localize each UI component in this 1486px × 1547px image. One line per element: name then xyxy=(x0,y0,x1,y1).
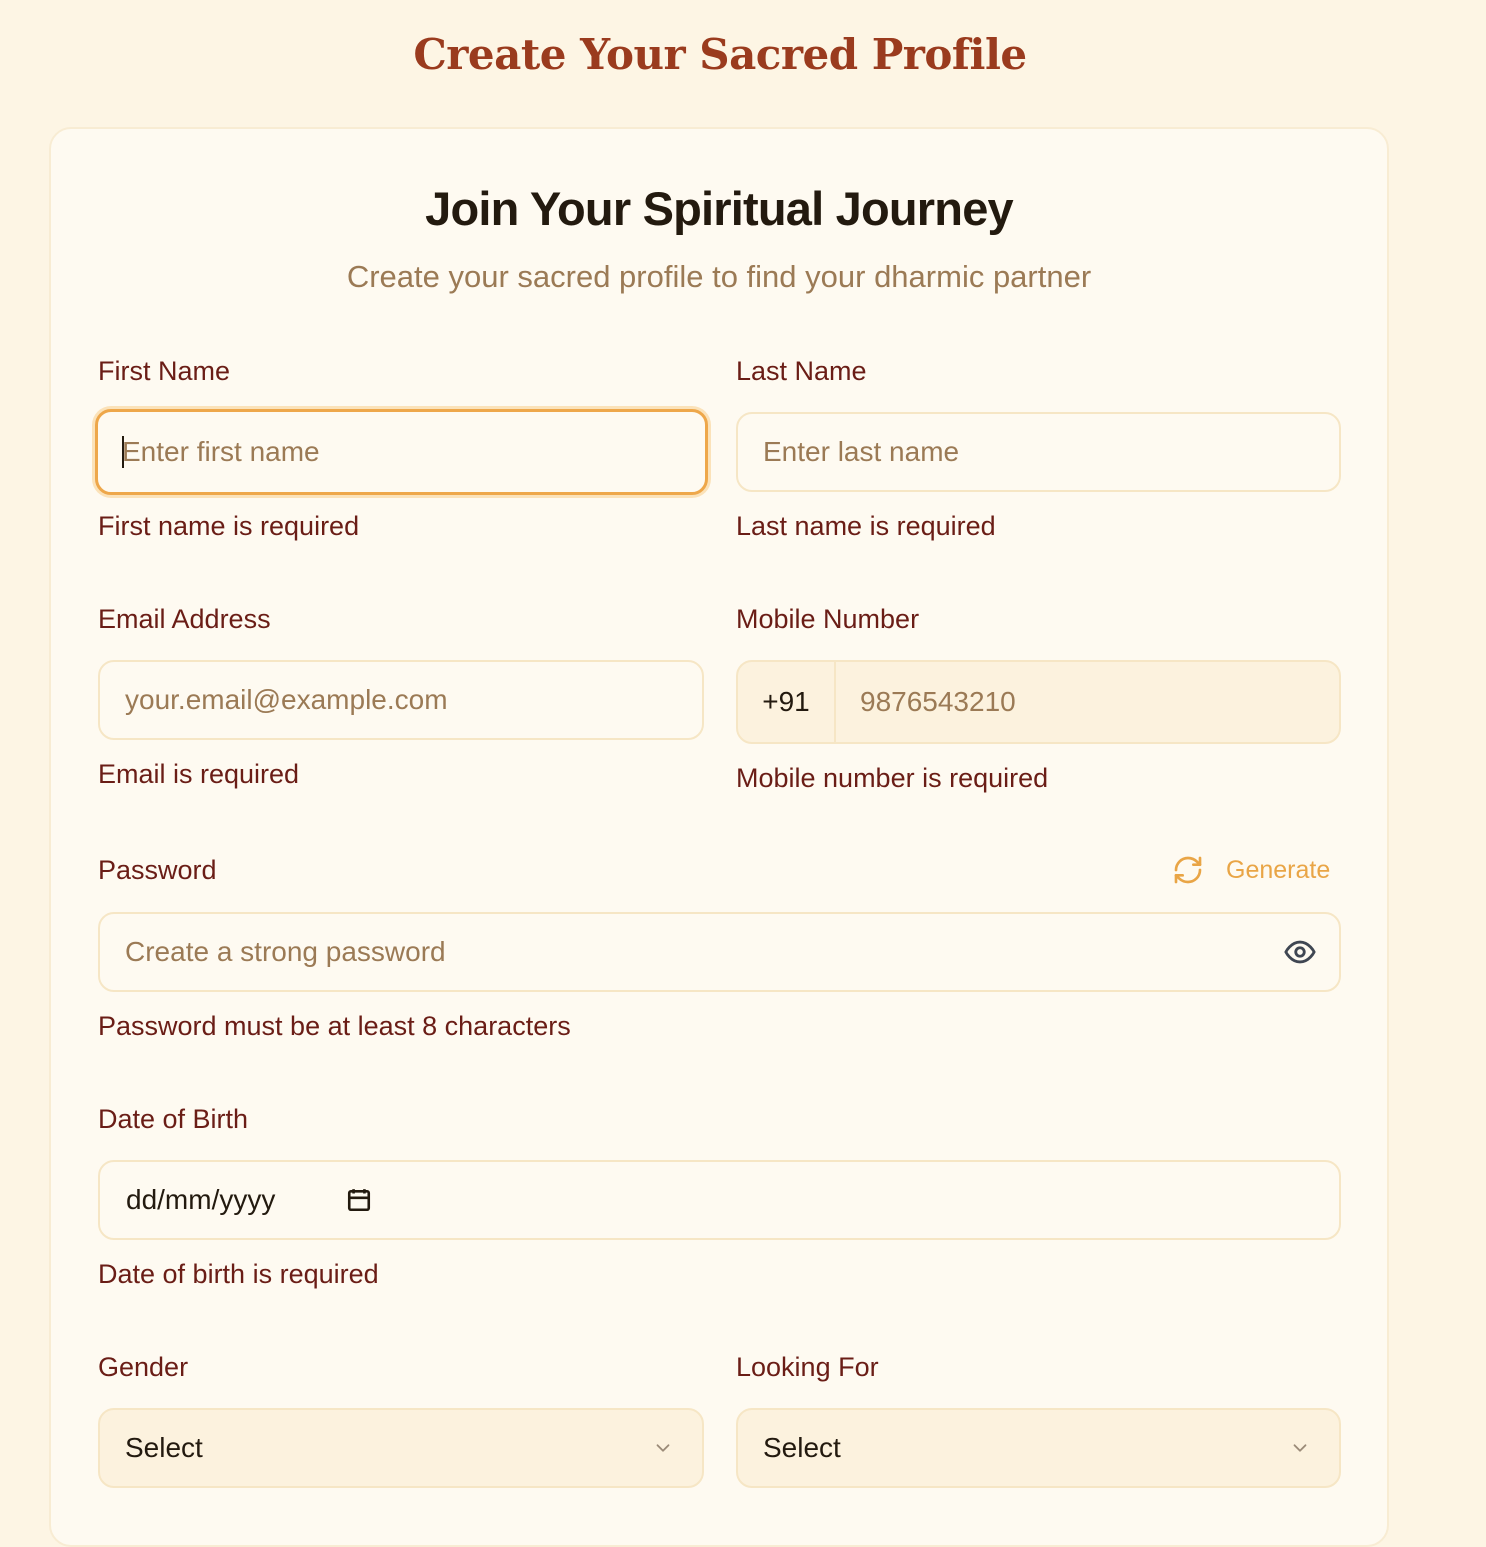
mobile-error: Mobile number is required xyxy=(736,763,1049,793)
card-subtitle: Create your sacred profile to find your … xyxy=(346,259,1092,294)
mobile-placeholder: 9876543210 xyxy=(860,686,1016,717)
first-name-error: First name is required xyxy=(98,511,360,541)
looking-for-selected-value: Select xyxy=(763,1432,841,1463)
eye-icon[interactable] xyxy=(1283,935,1317,969)
dob-input[interactable]: dd/mm/yyyy xyxy=(98,1160,1341,1240)
mobile-label: Mobile Number xyxy=(736,604,920,634)
last-name-label: Last Name xyxy=(736,356,867,386)
dob-value: dd/mm/yyyy xyxy=(126,1184,276,1215)
card-title: Join Your Spiritual Journey xyxy=(425,182,1014,235)
looking-for-select[interactable]: Select xyxy=(736,1408,1341,1488)
last-name-input[interactable]: Enter last name xyxy=(736,412,1341,492)
country-code-prefix: +91 xyxy=(738,662,836,742)
password-label: Password xyxy=(98,855,217,885)
password-input[interactable]: Create a strong password xyxy=(98,912,1341,992)
email-error: Email is required xyxy=(98,759,300,789)
generate-label: Generate xyxy=(1226,855,1331,884)
first-name-input[interactable]: Enter first name xyxy=(95,409,708,495)
email-input[interactable]: your.email@example.com xyxy=(98,660,704,740)
gender-label: Gender xyxy=(98,1352,189,1382)
chevron-down-icon xyxy=(1293,1444,1307,1452)
gender-select[interactable]: Select xyxy=(98,1408,704,1488)
generate-password-button[interactable]: Generate xyxy=(1172,854,1330,886)
registration-card: Join Your Spiritual Journey Create your … xyxy=(49,127,1389,1547)
email-placeholder: your.email@example.com xyxy=(125,684,448,715)
chevron-down-icon xyxy=(656,1444,670,1452)
mobile-input[interactable]: +91 9876543210 xyxy=(736,660,1341,744)
last-name-error: Last name is required xyxy=(736,511,996,541)
refresh-icon xyxy=(1174,856,1202,884)
first-name-label: First Name xyxy=(98,356,231,386)
dob-label: Date of Birth xyxy=(98,1104,249,1134)
email-label: Email Address xyxy=(98,604,271,634)
last-name-placeholder: Enter last name xyxy=(763,436,960,467)
page-heading: Create Your Sacred Profile xyxy=(413,30,1027,79)
dob-error: Date of birth is required xyxy=(98,1259,379,1289)
gender-selected-value: Select xyxy=(125,1432,203,1463)
calendar-icon[interactable] xyxy=(346,1187,372,1213)
first-name-placeholder: Enter first name xyxy=(122,436,320,467)
password-error: Password must be at least 8 characters xyxy=(98,1011,571,1041)
looking-for-label: Looking For xyxy=(736,1352,879,1382)
password-placeholder: Create a strong password xyxy=(125,936,446,967)
